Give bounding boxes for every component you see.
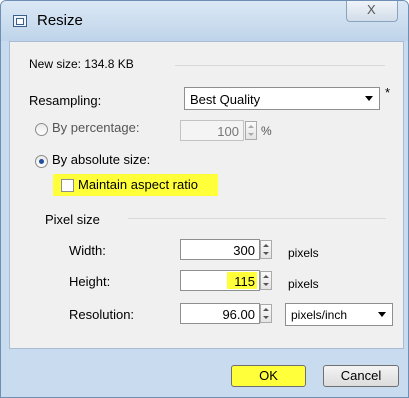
chevron-down-icon (365, 96, 373, 101)
resampling-marker: * (385, 85, 391, 100)
title-bar[interactable]: Resize X (1, 1, 408, 41)
height-unit: pixels (288, 277, 319, 291)
width-input[interactable]: 300 (180, 239, 260, 260)
by-percentage-label[interactable]: By percentage: (52, 120, 139, 135)
width-label: Width: (69, 243, 106, 258)
by-percentage-radio[interactable] (35, 123, 48, 136)
cancel-button[interactable]: Cancel (323, 365, 399, 387)
divider (175, 65, 385, 66)
dialog-body: New size: 134.8 KB Resampling: Best Qual… (9, 41, 404, 349)
close-icon: X (367, 2, 376, 17)
resampling-label: Resampling: (29, 93, 102, 108)
ok-button[interactable]: OK (231, 365, 306, 387)
resolution-spinner[interactable] (260, 304, 272, 323)
close-button[interactable]: X (346, 1, 398, 22)
height-value: 115 (234, 274, 255, 289)
pixel-size-heading: Pixel size (45, 212, 100, 227)
window-icon (13, 15, 27, 27)
resolution-unit-select[interactable]: pixels/inch (285, 303, 393, 326)
by-absolute-size-radio[interactable] (35, 155, 48, 168)
resize-dialog: Resize X New size: 134.8 KB Resampling: … (0, 0, 409, 398)
chevron-down-icon (378, 312, 386, 317)
resampling-select[interactable]: Best Quality (184, 87, 380, 110)
percentage-field: 100 (180, 120, 244, 141)
dialog-title: Resize (37, 12, 83, 29)
resolution-input[interactable]: 96.00 (180, 303, 260, 324)
percentage-value: 100 (217, 124, 239, 139)
width-value: 300 (233, 243, 255, 258)
width-unit: pixels (288, 246, 319, 260)
percentage-spinner (245, 121, 257, 140)
width-spinner[interactable] (260, 240, 272, 259)
height-label: Height: (69, 274, 111, 289)
resolution-unit-value: pixels/inch (291, 308, 348, 322)
divider (128, 218, 386, 219)
resolution-value: 96.00 (222, 307, 255, 322)
height-input[interactable]: 115 (180, 270, 260, 291)
maintain-aspect-checkbox[interactable] (61, 179, 74, 192)
by-absolute-size-label[interactable]: By absolute size: (52, 152, 150, 167)
resampling-value: Best Quality (190, 92, 261, 107)
maintain-aspect-label[interactable]: Maintain aspect ratio (78, 177, 198, 192)
new-size-label: New size: 134.8 KB (29, 57, 134, 71)
height-spinner[interactable] (260, 271, 272, 290)
percentage-unit: % (261, 124, 272, 138)
resolution-label: Resolution: (69, 307, 135, 322)
